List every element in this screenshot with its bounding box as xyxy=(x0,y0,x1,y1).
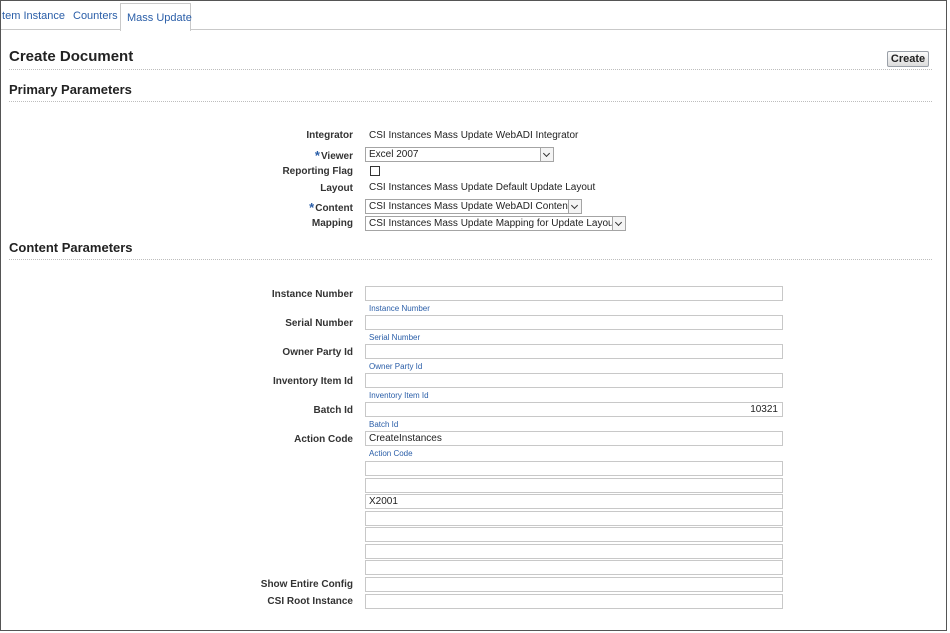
show-entire-config-input[interactable] xyxy=(365,577,783,592)
mapping-select-value: CSI Instances Mass Update Mapping for Up… xyxy=(369,218,617,229)
required-icon: * xyxy=(309,200,315,215)
tab-item-instance[interactable]: Item Instance xyxy=(1,10,65,22)
viewer-label-wrap: *Viewer xyxy=(314,147,353,163)
parameter-input[interactable] xyxy=(365,560,783,575)
tab-mass-update[interactable]: Mass Update xyxy=(120,3,192,31)
viewer-select-value: Excel 2007 xyxy=(369,149,419,160)
tab-mass-update-label: Mass Update xyxy=(127,12,192,24)
parameter-input[interactable] xyxy=(365,511,783,526)
parameter-input[interactable] xyxy=(365,478,783,493)
instance-number-hint: Instance Number xyxy=(369,304,430,313)
main-window: Item Instance Counters Mass Update Creat… xyxy=(0,0,947,631)
show-entire-config-label: Show Entire Config xyxy=(260,579,353,590)
inventory-item-id-input[interactable] xyxy=(365,373,783,388)
parameter-input[interactable] xyxy=(365,544,783,559)
batch-id-label: Batch Id xyxy=(313,405,353,416)
title-divider xyxy=(9,69,932,70)
chevron-down-icon[interactable] xyxy=(612,217,625,230)
owner-party-id-hint: Owner Party Id xyxy=(369,362,423,371)
content-label: Content xyxy=(315,203,353,214)
owner-party-id-input[interactable] xyxy=(365,344,783,359)
csi-root-instance-input[interactable] xyxy=(365,594,783,609)
chevron-down-icon[interactable] xyxy=(540,148,553,161)
instance-number-label: Instance Number xyxy=(271,289,353,300)
viewer-label: Viewer xyxy=(320,151,353,162)
page-title: Create Document xyxy=(9,48,134,65)
parameter-input[interactable] xyxy=(365,527,783,542)
instance-number-input[interactable] xyxy=(365,286,783,301)
reporting-flag-label: Reporting Flag xyxy=(282,166,353,177)
primary-parameters-heading: Primary Parameters xyxy=(9,82,132,97)
content-parameters-heading: Content Parameters xyxy=(9,240,133,255)
layout-value: CSI Instances Mass Update Default Update… xyxy=(369,182,596,193)
layout-label: Layout xyxy=(320,183,353,194)
owner-party-id-label: Owner Party Id xyxy=(282,347,353,358)
create-button[interactable]: Create xyxy=(887,51,929,67)
reporting-flag-checkbox[interactable] xyxy=(370,166,380,176)
serial-number-input[interactable] xyxy=(365,315,783,330)
tab-counters[interactable]: Counters xyxy=(73,10,118,22)
viewer-select[interactable]: Excel 2007 xyxy=(365,147,554,162)
tab-bar: Item Instance Counters Mass Update xyxy=(1,1,946,31)
integrator-label: Integrator xyxy=(306,130,353,141)
content-select-value: CSI Instances Mass Update WebADI Content xyxy=(369,201,571,212)
required-icon: * xyxy=(314,148,320,163)
batch-id-input[interactable]: 10321 xyxy=(365,402,783,417)
primary-divider xyxy=(9,101,932,102)
action-code-input[interactable]: CreateInstances xyxy=(365,431,783,446)
csi-root-instance-label: CSI Root Instance xyxy=(267,596,353,607)
parameter-input[interactable]: X2001 xyxy=(365,494,783,509)
action-code-hint: Action Code xyxy=(369,449,413,458)
serial-number-label: Serial Number xyxy=(285,318,353,329)
content-select[interactable]: CSI Instances Mass Update WebADI Content xyxy=(365,199,582,214)
mapping-label: Mapping xyxy=(311,218,353,229)
action-code-label: Action Code xyxy=(294,434,353,445)
inventory-item-id-hint: Inventory Item Id xyxy=(369,391,429,400)
serial-number-hint: Serial Number xyxy=(369,333,421,342)
batch-id-hint: Batch Id xyxy=(369,420,399,429)
integrator-value: CSI Instances Mass Update WebADI Integra… xyxy=(369,130,579,141)
mapping-select[interactable]: CSI Instances Mass Update Mapping for Up… xyxy=(365,216,626,231)
parameter-input[interactable] xyxy=(365,461,783,476)
chevron-down-icon[interactable] xyxy=(568,200,581,213)
content-label-wrap: *Content xyxy=(309,199,353,215)
inventory-item-id-label: Inventory Item Id xyxy=(272,376,353,387)
content-divider xyxy=(9,259,932,260)
